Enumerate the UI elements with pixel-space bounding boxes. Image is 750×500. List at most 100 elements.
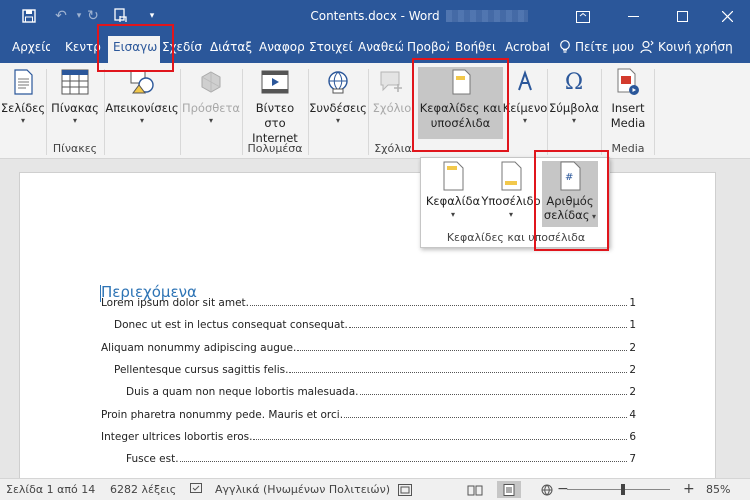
table-icon xyxy=(60,67,90,97)
toc-entry[interactable]: Fusce est. 7 xyxy=(126,453,636,465)
chevron-down-icon: ▾ xyxy=(508,210,513,219)
toc-entry-text: Donec ut est in lectus consequat consequ… xyxy=(114,319,348,331)
toc-entry-text: Pellentesque cursus sagittis felis. xyxy=(114,364,289,376)
zoom-level[interactable]: 85% xyxy=(706,483,730,496)
tab-mailings[interactable]: Στοιχεί xyxy=(309,40,354,54)
tab-review[interactable]: Αναθεώ xyxy=(358,40,403,54)
tab-layout[interactable]: Διάταξ xyxy=(210,40,254,54)
document-area[interactable]: Περιεχόμενα Lorem ipsum dolor sit amet. 1… xyxy=(0,160,750,478)
ribbon-display-options-icon[interactable] xyxy=(560,0,606,33)
share-button[interactable]: Κοινή χρήση xyxy=(640,40,733,54)
proofing-icon[interactable] xyxy=(190,483,204,498)
toc-entry-text: Proin pharetra nonummy pede. Mauris et o… xyxy=(101,409,344,421)
toc-entry[interactable]: Lorem ipsum dolor sit amet. 1 xyxy=(101,297,636,309)
toc-entry-text: Lorem ipsum dolor sit amet. xyxy=(101,297,249,309)
symbols-button[interactable]: Ω Σύμβολα ▾ xyxy=(549,67,599,126)
chevron-down-icon: ▾ xyxy=(522,116,527,125)
close-button[interactable] xyxy=(704,0,750,33)
toc-entry-page: 7 xyxy=(629,453,636,465)
page-number-label-2: σελίδας xyxy=(543,208,590,222)
tab-home[interactable]: Κεντρ xyxy=(65,40,105,54)
zoom-in-button[interactable]: + xyxy=(683,481,695,497)
insert-media-icon xyxy=(613,67,643,97)
header-footer-label-2: υποσέλιδα xyxy=(430,116,491,130)
header-footer-dropdown: Κεφαλίδα ▾ Υποσέλιδο ▾ # Αριθμός σελίδας… xyxy=(420,157,610,248)
tell-me-label: Πείτε μου xyxy=(575,40,635,54)
word-count[interactable]: 6282 λέξεις xyxy=(110,483,176,496)
insert-media-label-1: Insert xyxy=(611,101,645,115)
comment-button[interactable]: Σχόλιο xyxy=(372,67,412,116)
toc-entry-page: 1 xyxy=(629,319,636,331)
footer-icon xyxy=(499,161,523,191)
status-bar: Σελίδα 1 από 14 6282 λέξεις Αγγλικά (Ηνω… xyxy=(0,478,750,500)
illustrations-button[interactable]: Απεικονίσεις ▾ xyxy=(105,67,179,126)
toc-entry-page: 2 xyxy=(629,386,636,398)
links-button[interactable]: Συνδέσεις ▾ xyxy=(309,67,367,126)
online-video-label-1: Βίντεο στο xyxy=(255,101,295,130)
addins-button[interactable]: Πρόσθετα ▾ xyxy=(182,67,240,126)
illustrations-label: Απεικονίσεις xyxy=(105,101,179,115)
tab-file[interactable]: Αρχείο xyxy=(12,40,50,54)
toc-leader-dots xyxy=(344,417,628,418)
tab-view[interactable]: Προβολ xyxy=(407,40,449,54)
read-mode-icon[interactable] xyxy=(463,481,487,498)
tab-acrobat[interactable]: Acrobat xyxy=(505,40,549,54)
pages-label: Σελίδες xyxy=(0,101,46,115)
toc-leader-dots xyxy=(249,305,628,306)
undo-icon[interactable]: ↶ xyxy=(52,7,70,25)
tab-help[interactable]: Βοήθει xyxy=(455,40,500,54)
page-number-button[interactable]: # Αριθμός σελίδας ▾ xyxy=(542,161,598,227)
tab-design[interactable]: Σχεδίσ xyxy=(162,40,206,54)
toc-leader-dots xyxy=(253,439,628,440)
lightbulb-icon xyxy=(560,40,570,53)
minimize-button[interactable] xyxy=(610,0,656,33)
toc-entry[interactable]: Duis a quam non neque lobortis malesuada… xyxy=(126,386,636,398)
toc-entry[interactable]: Aliquam nonummy adipiscing augue. 2 xyxy=(101,342,636,354)
table-label: Πίνακας xyxy=(51,101,99,115)
globe-link-icon xyxy=(323,67,353,97)
header-footer-group-label: Κεφαλίδες και υποσέλιδα xyxy=(446,231,586,244)
ribbon-tabs: Αρχείο Κεντρ Εισαγω Σχεδίσ Διάταξ Αναφορ… xyxy=(0,33,750,63)
toc-entry[interactable]: Donec ut est in lectus consequat consequ… xyxy=(114,319,636,331)
toc-entry[interactable]: Integer ultrices lobortis eros. 6 xyxy=(101,431,636,443)
header-footer-button[interactable]: Κεφαλίδες και υποσέλιδα xyxy=(418,67,503,139)
tab-references[interactable]: Αναφορ xyxy=(259,40,304,54)
web-layout-icon[interactable] xyxy=(535,481,559,498)
addins-label: Πρόσθετα xyxy=(181,101,241,115)
video-icon xyxy=(260,67,290,97)
online-video-button[interactable]: Βίντεο στο Internet xyxy=(244,67,306,146)
page-count[interactable]: Σελίδα 1 από 14 xyxy=(6,483,95,496)
table-button[interactable]: Πίνακας ▾ xyxy=(50,67,100,126)
chevron-down-icon: ▾ xyxy=(589,212,597,221)
focus-mode-icon[interactable] xyxy=(393,481,417,498)
tell-me-box[interactable]: Πείτε μου xyxy=(559,40,634,54)
toc-entry-text: Fusce est. xyxy=(126,453,179,465)
comments-group-label: Σχόλια xyxy=(374,142,412,155)
media-group2-label: Media xyxy=(611,142,645,155)
redo-icon[interactable]: ↻ xyxy=(84,7,102,25)
text-button[interactable]: Κείμενο ▾ xyxy=(503,67,547,126)
text-box-icon xyxy=(510,67,540,97)
header-footer-label-1: Κεφαλίδες και xyxy=(419,101,502,115)
maximize-button[interactable] xyxy=(659,0,705,33)
tab-insert[interactable]: Εισαγω xyxy=(108,36,160,63)
toc-entry[interactable]: Pellentesque cursus sagittis felis. 2 xyxy=(114,364,636,376)
touch-mode-icon[interactable] xyxy=(112,7,130,25)
print-layout-icon[interactable] xyxy=(497,481,521,498)
zoom-slider-thumb[interactable] xyxy=(621,484,625,495)
chevron-down-icon: ▾ xyxy=(139,116,144,125)
comment-label: Σχόλιο xyxy=(372,101,412,115)
header-button[interactable]: Κεφαλίδα ▾ xyxy=(423,161,483,225)
save-icon[interactable] xyxy=(20,7,38,25)
language[interactable]: Αγγλικά (Ηνωμένων Πολιτειών) xyxy=(215,483,390,496)
document-page[interactable]: Περιεχόμενα Lorem ipsum dolor sit amet. 1… xyxy=(19,172,716,478)
chevron-down-icon: ▾ xyxy=(571,116,576,125)
footer-label: Υποσέλιδο xyxy=(481,194,541,208)
customize-quick-access-icon[interactable]: ▾ xyxy=(143,7,161,25)
toc-entry[interactable]: Proin pharetra nonummy pede. Mauris et o… xyxy=(101,409,636,421)
footer-button[interactable]: Υποσέλιδο ▾ xyxy=(481,161,541,225)
insert-media-button[interactable]: Insert Media xyxy=(604,67,652,131)
pages-button[interactable]: Σελίδες ▾ xyxy=(0,67,46,126)
zoom-slider-track[interactable] xyxy=(567,489,670,490)
omega-icon: Ω xyxy=(564,69,584,95)
